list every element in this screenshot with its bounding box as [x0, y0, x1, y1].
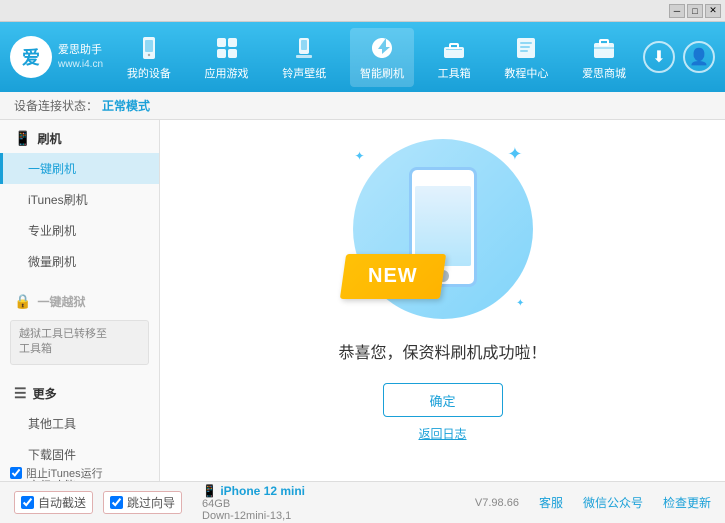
sidebar-jailbreak-header: 🔒 一键越狱 — [0, 287, 159, 316]
sidebar-item-itunes-flash[interactable]: iTunes刷机 — [0, 184, 159, 215]
title-bar: ─ □ ✕ — [0, 0, 725, 22]
nav-apple-store[interactable]: 爱思商城 — [572, 28, 636, 87]
check-update-link[interactable]: 检查更新 — [663, 494, 711, 511]
itunes-checkbox[interactable] — [10, 467, 22, 479]
logo-area: 爱 爱思助手 www.i4.cn — [10, 36, 110, 78]
toolbox-icon — [440, 34, 468, 62]
auto-send-checkbox-group[interactable]: 自动截送 — [14, 491, 93, 514]
rebuild-link[interactable]: 返回日志 — [418, 425, 466, 442]
device-icon: 📱 — [202, 484, 217, 498]
close-btn[interactable]: ✕ — [705, 4, 721, 18]
star-2: ✦ — [507, 144, 522, 165]
bottom-left: 自动截送 跳过向导 📱 iPhone 12 mini 64GB Down-12m… — [14, 484, 475, 522]
flash-section-icon: 📱 — [14, 130, 31, 147]
device-info: 📱 iPhone 12 mini 64GB Down-12mini-13,1 — [202, 484, 305, 522]
nav-apps-games[interactable]: 应用游戏 — [195, 28, 259, 87]
sidebar-item-one-click-flash[interactable]: 一键刷机 — [0, 153, 159, 184]
wechat-link[interactable]: 微信公众号 — [583, 494, 643, 511]
nav-smart-flash[interactable]: 智能刷机 — [350, 28, 414, 87]
my-device-icon — [135, 34, 163, 62]
phone-illustration: ✦ ✦ ✦ ✦ NEW — [343, 139, 543, 319]
more-section-icon: ☰ — [14, 385, 27, 402]
star-4: ✦ — [516, 298, 524, 309]
nav-ringtone[interactable]: 铃声壁纸 — [272, 28, 336, 87]
minimize-btn[interactable]: ─ — [669, 4, 685, 18]
auto-send-checkbox[interactable] — [21, 496, 34, 509]
status-bar: 设备连接状态： 正常模式 — [0, 92, 725, 120]
status-value: 正常模式 — [102, 97, 150, 114]
confirm-button[interactable]: 确定 — [383, 383, 503, 417]
status-label: 设备连接状态： — [14, 97, 98, 114]
logo-text: 爱思助手 www.i4.cn — [58, 43, 103, 70]
new-badge: NEW — [339, 254, 445, 299]
device-name: 📱 iPhone 12 mini — [202, 484, 305, 498]
lock-section-icon: 🔒 — [14, 293, 31, 310]
apps-games-icon — [213, 34, 241, 62]
star-1: ✦ — [355, 149, 365, 163]
maximize-btn[interactable]: □ — [687, 4, 703, 18]
sidebar-section-jailbreak: 🔒 一键越狱 越狱工具已转移至工具箱 — [0, 287, 159, 369]
ringtone-icon — [290, 34, 318, 62]
download-btn[interactable]: ⬇ — [643, 41, 675, 73]
sidebar-section-flash: 📱 刷机 一键刷机 iTunes刷机 专业刷机 微量刷机 — [0, 124, 159, 277]
sidebar-more-header: ☰ 更多 — [0, 379, 159, 408]
device-model: Down-12mini-13,1 — [202, 510, 305, 522]
main-content: ✦ ✦ ✦ ✦ NEW 恭喜您，保资料刷机成功啦！ 确定 返回日志 — [160, 120, 725, 481]
version-text: V7.98.66 — [475, 497, 519, 509]
nav-items: 我的设备 应用游戏 — [110, 28, 643, 87]
skip-wizard-checkbox-group[interactable]: 跳过向导 — [103, 491, 182, 514]
nav-tutorial[interactable]: 教程中心 — [494, 28, 558, 87]
customer-service-link[interactable]: 客服 — [539, 494, 563, 511]
apple-store-icon — [590, 34, 618, 62]
tutorial-icon — [512, 34, 540, 62]
sidebar-flash-header: 📱 刷机 — [0, 124, 159, 153]
sidebar: 📱 刷机 一键刷机 iTunes刷机 专业刷机 微量刷机 — [0, 120, 160, 481]
smart-flash-icon — [368, 34, 396, 62]
bottom-right: V7.98.66 客服 微信公众号 检查更新 — [475, 494, 711, 511]
sidebar-jailbreak-note: 越狱工具已转移至工具箱 — [10, 320, 149, 365]
top-nav: 爱 爱思助手 www.i4.cn 我的设备 — [0, 22, 725, 92]
app-container: 爱 爱思助手 www.i4.cn 我的设备 — [0, 22, 725, 523]
logo-icon: 爱 — [10, 36, 52, 78]
nav-toolbox[interactable]: 工具箱 — [428, 28, 481, 87]
sidebar-item-micro-flash[interactable]: 微量刷机 — [0, 246, 159, 277]
sidebar-item-other-tools[interactable]: 其他工具 — [0, 408, 159, 439]
content-area: 📱 刷机 一键刷机 iTunes刷机 专业刷机 微量刷机 — [0, 120, 725, 481]
bottom-bar: 自动截送 跳过向导 📱 iPhone 12 mini 64GB Down-12m… — [0, 481, 725, 523]
itunes-status: 阻止iTunes运行 — [10, 465, 103, 481]
sidebar-item-pro-flash[interactable]: 专业刷机 — [0, 215, 159, 246]
nav-right: ⬇ 👤 — [643, 41, 715, 73]
device-storage: 64GB — [202, 498, 305, 510]
skip-wizard-checkbox[interactable] — [110, 496, 123, 509]
success-text: 恭喜您，保资料刷机成功啦！ — [338, 339, 546, 363]
nav-my-device[interactable]: 我的设备 — [117, 28, 181, 87]
user-btn[interactable]: 👤 — [683, 41, 715, 73]
